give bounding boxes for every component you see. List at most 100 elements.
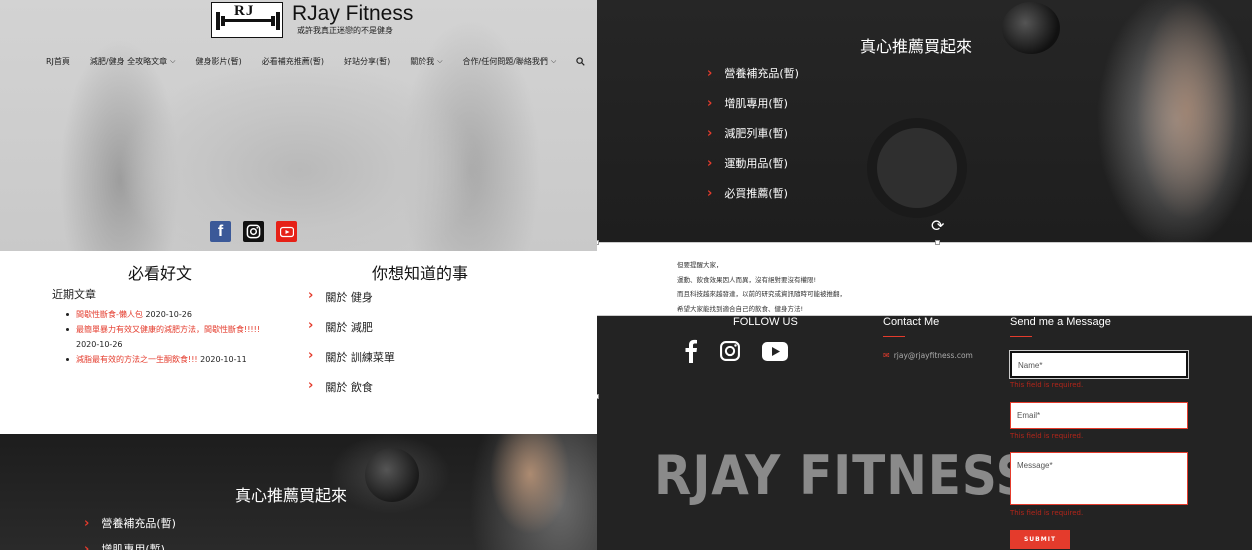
nav-item-supplements[interactable]: 必看補充推薦(暫) (262, 56, 324, 67)
notice-line: 運動、飲食效果因人而異，沒有絕對要沒有權限! (677, 275, 817, 284)
chevron-right-icon: › (84, 515, 90, 531)
nav-item-contact[interactable]: 合作/任何問題/聯絡我們 ⌵ (463, 56, 557, 67)
contact-email[interactable]: ✉ rjay@rjayfitness.com (883, 351, 973, 360)
topic-link[interactable]: 關於 訓練菜單 (325, 349, 395, 365)
chevron-right-icon: › (707, 95, 713, 111)
nav-item-label: 好站分享(暫) (343, 57, 391, 66)
list-item[interactable]: › 運動用品(暫) (707, 148, 799, 178)
submit-button[interactable]: SUBMIT (1010, 530, 1070, 549)
list-item[interactable]: › 增肌專用(暫) (84, 536, 176, 550)
recommend-link[interactable]: 營養補充品(暫) (724, 65, 799, 81)
instagram-icon[interactable] (719, 340, 741, 366)
nav-item-sites[interactable]: 好站分享(暫) (344, 56, 390, 67)
list-item: 間歇性斷食-懶人包 2020-10-26 (66, 307, 296, 322)
nav-item-videos[interactable]: 健身影片(暫) (195, 56, 241, 67)
recent-posts-list: 間歇性斷食-懶人包 2020-10-26 最簡單暴力有效又健康的減肥方法，間歇性… (66, 307, 296, 367)
nav-item-label: 合作/任何問題/聯絡我們 (462, 57, 548, 66)
contact-email-text[interactable]: rjay@rjayfitness.com (894, 351, 973, 360)
facebook-icon[interactable]: f (210, 221, 231, 242)
recommend-section: 真心推薦買起來 › 營養補充品(暫) › 增肌專用(暫) (0, 434, 597, 550)
recommend-list: › 營養補充品(暫) › 增肌專用(暫) › 減肥列車(暫) › 運動用品(暫) › 必買… (707, 58, 799, 208)
content-section: 必看好文 近期文章 間歇性斷食-懶人包 2020-10-26 最簡單暴力有效又健… (0, 251, 597, 434)
resize-handle[interactable] (597, 240, 599, 245)
resize-handle[interactable] (597, 394, 599, 399)
chevron-down-icon: ⌵ (550, 57, 557, 65)
kettlebell-image (1002, 2, 1060, 54)
resize-handle[interactable] (935, 240, 940, 245)
recommend-link[interactable]: 必買推薦(暫) (724, 185, 788, 201)
chevron-down-icon: ⌵ (170, 57, 176, 65)
recommend-title: 真心推薦買起來 (235, 486, 348, 505)
site-logo[interactable]: RJ (211, 2, 283, 38)
list-item[interactable]: › 關於 減肥 (308, 319, 395, 349)
recommend-link[interactable]: 營養補充品(暫) (101, 515, 176, 531)
rotate-icon[interactable]: ⟳ (931, 216, 944, 235)
recent-posts-label: 近期文章 (52, 288, 96, 301)
nav-item-label: 必看補充推薦(暫) (261, 57, 324, 66)
post-date: 2020-10-11 (200, 355, 247, 364)
chevron-right-icon: › (308, 378, 314, 393)
list-item[interactable]: › 增肌專用(暫) (707, 88, 799, 118)
recommend-link[interactable]: 減肥列車(暫) (724, 125, 788, 141)
recommend-title: 真心推薦買起來 (860, 37, 973, 56)
brand-name[interactable]: RJay Fitness (292, 2, 413, 26)
notice-line: 希望大家能找到適合自己的飲食、健身方法! (677, 304, 804, 313)
recommend-link[interactable]: 運動用品(暫) (724, 155, 788, 171)
list-item[interactable]: › 營養補充品(暫) (707, 58, 799, 88)
list-item[interactable]: › 減肥列車(暫) (707, 118, 799, 148)
athlete-image (470, 434, 580, 550)
footer-social-links (684, 339, 809, 367)
list-item[interactable]: › 關於 訓練菜單 (308, 349, 395, 379)
list-item[interactable]: › 關於 健身 (308, 289, 395, 319)
site-footer: FOLLOW US Contact Me ✉ rjay@rjayfitness.… (597, 316, 1252, 550)
notice-line: 但要提醒大家， (677, 261, 723, 269)
topic-link[interactable]: 關於 健身 (325, 289, 373, 305)
chevron-right-icon: › (707, 155, 713, 171)
chevron-right-icon: › (308, 318, 314, 333)
topic-link[interactable]: 關於 飲食 (325, 379, 373, 395)
name-input[interactable]: Name* (1010, 351, 1188, 378)
nav-item-articles[interactable]: 減肥/健身 全攻略文章 ⌵ (90, 56, 176, 67)
contact-me-title: Contact Me (883, 316, 940, 328)
nav-item-label: 關於我 (410, 57, 435, 66)
notice-lines: 但要提醒大家， 運動、飲食效果因人而異，沒有絕對要沒有權限! 而且科技越來越發達… (677, 258, 846, 316)
message-textarea[interactable]: Message* (1010, 452, 1188, 505)
chevron-right-icon: › (308, 348, 314, 363)
post-link[interactable]: 間歇性斷食-懶人包 (76, 310, 143, 319)
list-item[interactable]: › 必買推薦(暫) (707, 178, 799, 208)
recommend-link[interactable]: 增肌專用(暫) (101, 541, 165, 550)
recommend-list: › 營養補充品(暫) › 增肌專用(暫) (84, 510, 176, 550)
list-item[interactable]: › 營養補充品(暫) (84, 510, 176, 536)
athlete-image (1117, 0, 1252, 242)
site-tagline: 或許我真正迷戀的不是健身 (297, 26, 393, 35)
list-item: 減脂最有效的方法之一生酮飲食!!! 2020-10-11 (66, 352, 296, 367)
recommend-link[interactable]: 增肌專用(暫) (724, 95, 788, 111)
main-nav: RJ首頁 減肥/健身 全攻略文章 ⌵ 健身影片(暫) 必看補充推薦(暫) 好站分享… (46, 56, 585, 67)
recommend-hero: 真心推薦買起來 › 營養補充品(暫) › 增肌專用(暫) › 減肥列車(暫) › 運動用… (597, 0, 1252, 242)
post-date: 2020-10-26 (76, 340, 123, 349)
did-you-know-title: 你想知道的事 (372, 264, 469, 283)
nav-item-about[interactable]: 關於我 ⌵ (410, 56, 442, 67)
nav-item-home[interactable]: RJ首頁 (46, 56, 70, 67)
facebook-icon[interactable] (684, 339, 698, 367)
search-icon[interactable] (576, 57, 585, 66)
follow-us-title: FOLLOW US (733, 316, 798, 328)
post-link[interactable]: 減脂最有效的方法之一生酮飲食!!! (76, 355, 198, 364)
did-you-know-list: › 關於 健身 › 關於 減肥 › 關於 訓練菜單 › 關於 飲食 (308, 289, 395, 409)
nav-item-label: 減肥/健身 全攻略文章 (89, 57, 168, 66)
email-input[interactable]: Email* (1010, 402, 1188, 429)
list-item[interactable]: › 關於 飲食 (308, 379, 395, 409)
topic-link[interactable]: 關於 減肥 (325, 319, 373, 335)
envelope-icon: ✉ (883, 351, 890, 360)
instagram-icon[interactable] (243, 221, 264, 242)
name-error: This field is required. (1010, 381, 1084, 389)
nav-item-label: 健身影片(暫) (195, 57, 242, 66)
youtube-icon[interactable] (276, 221, 297, 242)
list-item: 最簡單暴力有效又健康的減肥方法，間歇性斷食!!!!! 2020-10-26 (66, 322, 296, 352)
post-link[interactable]: 最簡單暴力有效又健康的減肥方法，間歇性斷食!!!!! (76, 325, 260, 334)
footer-brand-wordmark: RJAY FITNESS (654, 444, 1032, 507)
chevron-right-icon: › (84, 541, 90, 550)
accent-divider (1010, 336, 1032, 337)
youtube-icon[interactable] (762, 341, 788, 365)
chevron-down-icon: ⌵ (437, 57, 443, 65)
